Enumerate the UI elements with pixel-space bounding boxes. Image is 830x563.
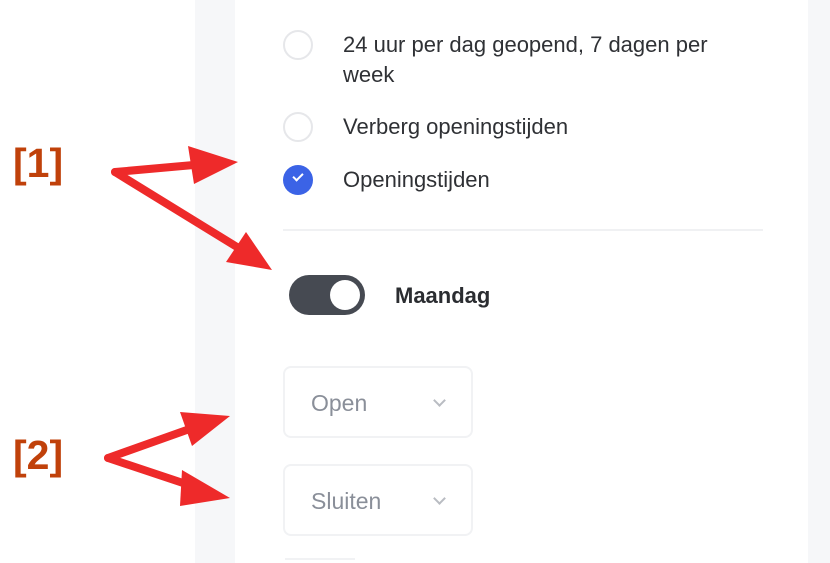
arrow-to-open-select-line (104, 422, 202, 462)
arrow-head (226, 232, 272, 270)
annotation-arrows (104, 146, 272, 506)
arrow-head (188, 146, 238, 184)
arrow-head (180, 412, 230, 446)
arrow-to-toggle-line (111, 168, 254, 259)
arrow-head (180, 470, 230, 506)
